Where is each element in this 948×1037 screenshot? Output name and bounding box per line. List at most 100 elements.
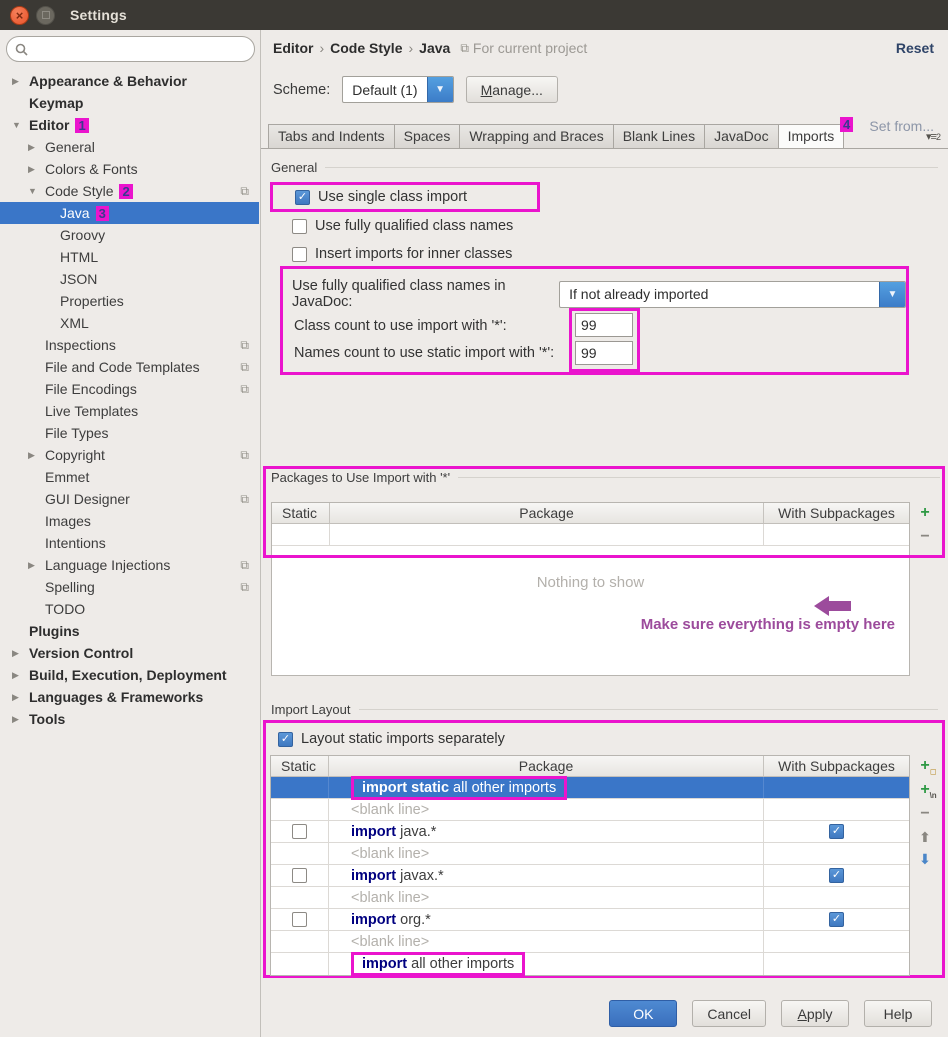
search-input[interactable] (6, 36, 255, 62)
scheme-select[interactable]: Default (1) ▼ (342, 76, 453, 103)
sidebar-item-emmet[interactable]: Emmet (0, 466, 259, 488)
sidebar-item-properties[interactable]: Properties (0, 290, 259, 312)
tab-wrapping-and-braces[interactable]: Wrapping and Braces (460, 124, 613, 149)
sidebar-item-build-execution-deployment[interactable]: ▶Build, Execution, Deployment (0, 664, 259, 686)
blank-line-row[interactable]: <blank line> (271, 887, 909, 909)
static-checkbox[interactable] (292, 868, 307, 883)
names-count-input[interactable] (575, 341, 633, 365)
sidebar-item-version-control[interactable]: ▶Version Control (0, 642, 259, 664)
sidebar-item-images[interactable]: Images (0, 510, 259, 532)
tree-expanded-icon[interactable]: ▼ (28, 186, 45, 196)
tab-javadoc[interactable]: JavaDoc (705, 124, 778, 149)
column-with-subpackages[interactable]: With Subpackages (764, 503, 909, 523)
add-blank-line-icon[interactable]: +\n (920, 782, 929, 798)
tab-blank-lines[interactable]: Blank Lines (614, 124, 705, 149)
apply-button[interactable]: Apply (781, 1000, 849, 1027)
import-rule-row[interactable]: import javax.* (271, 865, 909, 887)
sidebar-item-html[interactable]: HTML (0, 246, 259, 268)
manage-button[interactable]: Manage... (466, 76, 558, 103)
remove-icon[interactable]: − (920, 529, 929, 545)
chevron-down-icon[interactable]: ▼ (879, 282, 905, 307)
blank-line-row[interactable]: <blank line> (271, 799, 909, 821)
class-count-input[interactable] (575, 313, 633, 337)
tree-collapsed-icon[interactable]: ▶ (28, 450, 45, 461)
column-package[interactable]: Package (329, 756, 764, 776)
ok-button[interactable]: OK (609, 1000, 677, 1027)
breadcrumb-editor[interactable]: Editor (273, 40, 313, 56)
sidebar-item-general[interactable]: ▶General (0, 136, 259, 158)
reset-link[interactable]: Reset (896, 40, 934, 56)
tree-collapsed-icon[interactable]: ▶ (12, 76, 29, 87)
sidebar-item-tools[interactable]: ▶Tools (0, 708, 259, 730)
sidebar-item-languages-frameworks[interactable]: ▶Languages & Frameworks (0, 686, 259, 708)
sidebar-item-xml[interactable]: XML (0, 312, 259, 334)
tree-collapsed-icon[interactable]: ▶ (12, 692, 29, 703)
column-static[interactable]: Static (271, 756, 329, 776)
sidebar-item-file-types[interactable]: File Types (0, 422, 259, 444)
cancel-button[interactable]: Cancel (692, 1000, 766, 1027)
sidebar-item-code-style[interactable]: ▼Code Style2⧉ (0, 180, 259, 202)
static-checkbox[interactable] (292, 912, 307, 927)
sidebar-item-colors-fonts[interactable]: ▶Colors & Fonts (0, 158, 259, 180)
layout-static-separately-checkbox[interactable] (278, 732, 293, 747)
column-static[interactable]: Static (272, 503, 330, 523)
tab-spaces[interactable]: Spaces (395, 124, 461, 149)
sidebar-item-todo[interactable]: TODO (0, 598, 259, 620)
with-subpackages-checkbox[interactable] (829, 912, 844, 927)
insert-imports-inner-checkbox[interactable] (292, 247, 307, 262)
use-single-class-import-row[interactable]: Use single class import (270, 182, 540, 212)
sidebar-item-inspections[interactable]: Inspections⧉ (0, 334, 259, 356)
move-up-icon[interactable]: ⬆ (919, 830, 931, 844)
insert-imports-inner-row[interactable]: Insert imports for inner classes (292, 246, 512, 262)
add-icon[interactable]: + (920, 505, 929, 521)
import-rule-row[interactable]: import org.* (271, 909, 909, 931)
tab-tabs-and-indents[interactable]: Tabs and Indents (268, 124, 395, 149)
hidden-tabs-dropdown[interactable]: ▾≡2 (926, 130, 940, 143)
tab-imports[interactable]: Imports4 (779, 124, 845, 149)
use-fully-qualified-row[interactable]: Use fully qualified class names (292, 218, 513, 234)
sidebar-item-keymap[interactable]: Keymap (0, 92, 259, 114)
blank-line-row[interactable]: <blank line> (271, 931, 909, 953)
sidebar-item-copyright[interactable]: ▶Copyright⧉ (0, 444, 259, 466)
add-package-icon[interactable]: +◻ (920, 758, 929, 774)
close-icon[interactable]: × (10, 6, 29, 25)
remove-icon[interactable]: − (920, 806, 929, 822)
layout-static-separately-row[interactable]: Layout static imports separately (278, 731, 505, 747)
tree-expanded-icon[interactable]: ▼ (12, 120, 29, 130)
breadcrumb-code-style[interactable]: Code Style (330, 40, 402, 56)
sidebar-item-file-and-code-templates[interactable]: File and Code Templates⧉ (0, 356, 259, 378)
import-rule-row[interactable]: import all other imports (271, 953, 909, 975)
move-down-icon[interactable]: ⬇ (919, 852, 931, 866)
sidebar-item-editor[interactable]: ▼Editor1 (0, 114, 259, 136)
set-from-link[interactable]: Set from... (869, 118, 934, 134)
tree-collapsed-icon[interactable]: ▶ (28, 560, 45, 571)
static-checkbox[interactable] (292, 824, 307, 839)
sidebar-item-spelling[interactable]: Spelling⧉ (0, 576, 259, 598)
breadcrumb-java[interactable]: Java (419, 40, 450, 56)
help-button[interactable]: Help (864, 1000, 932, 1027)
import-rule-row[interactable]: import java.* (271, 821, 909, 843)
column-with-subpackages[interactable]: With Subpackages (764, 756, 909, 776)
sidebar-item-json[interactable]: JSON (0, 268, 259, 290)
sidebar-item-live-templates[interactable]: Live Templates (0, 400, 259, 422)
chevron-down-icon[interactable]: ▼ (427, 77, 453, 102)
maximize-icon[interactable] (36, 6, 55, 25)
use-single-class-import-checkbox[interactable] (295, 190, 310, 205)
sidebar-item-gui-designer[interactable]: GUI Designer⧉ (0, 488, 259, 510)
blank-line-row[interactable]: <blank line> (271, 843, 909, 865)
tree-collapsed-icon[interactable]: ▶ (28, 164, 45, 175)
with-subpackages-checkbox[interactable] (829, 824, 844, 839)
sidebar-item-language-injections[interactable]: ▶Language Injections⧉ (0, 554, 259, 576)
column-package[interactable]: Package (330, 503, 764, 523)
tree-collapsed-icon[interactable]: ▶ (28, 142, 45, 153)
import-rule-row[interactable]: import static all other imports (271, 777, 909, 799)
sidebar-item-file-encodings[interactable]: File Encodings⧉ (0, 378, 259, 400)
sidebar-item-intentions[interactable]: Intentions (0, 532, 259, 554)
use-fully-qualified-checkbox[interactable] (292, 219, 307, 234)
with-subpackages-checkbox[interactable] (829, 868, 844, 883)
tree-collapsed-icon[interactable]: ▶ (12, 714, 29, 725)
sidebar-item-java[interactable]: Java3 (0, 202, 259, 224)
javadoc-select[interactable]: If not already imported ▼ (559, 281, 906, 308)
sidebar-item-plugins[interactable]: Plugins (0, 620, 259, 642)
tree-collapsed-icon[interactable]: ▶ (12, 648, 29, 659)
